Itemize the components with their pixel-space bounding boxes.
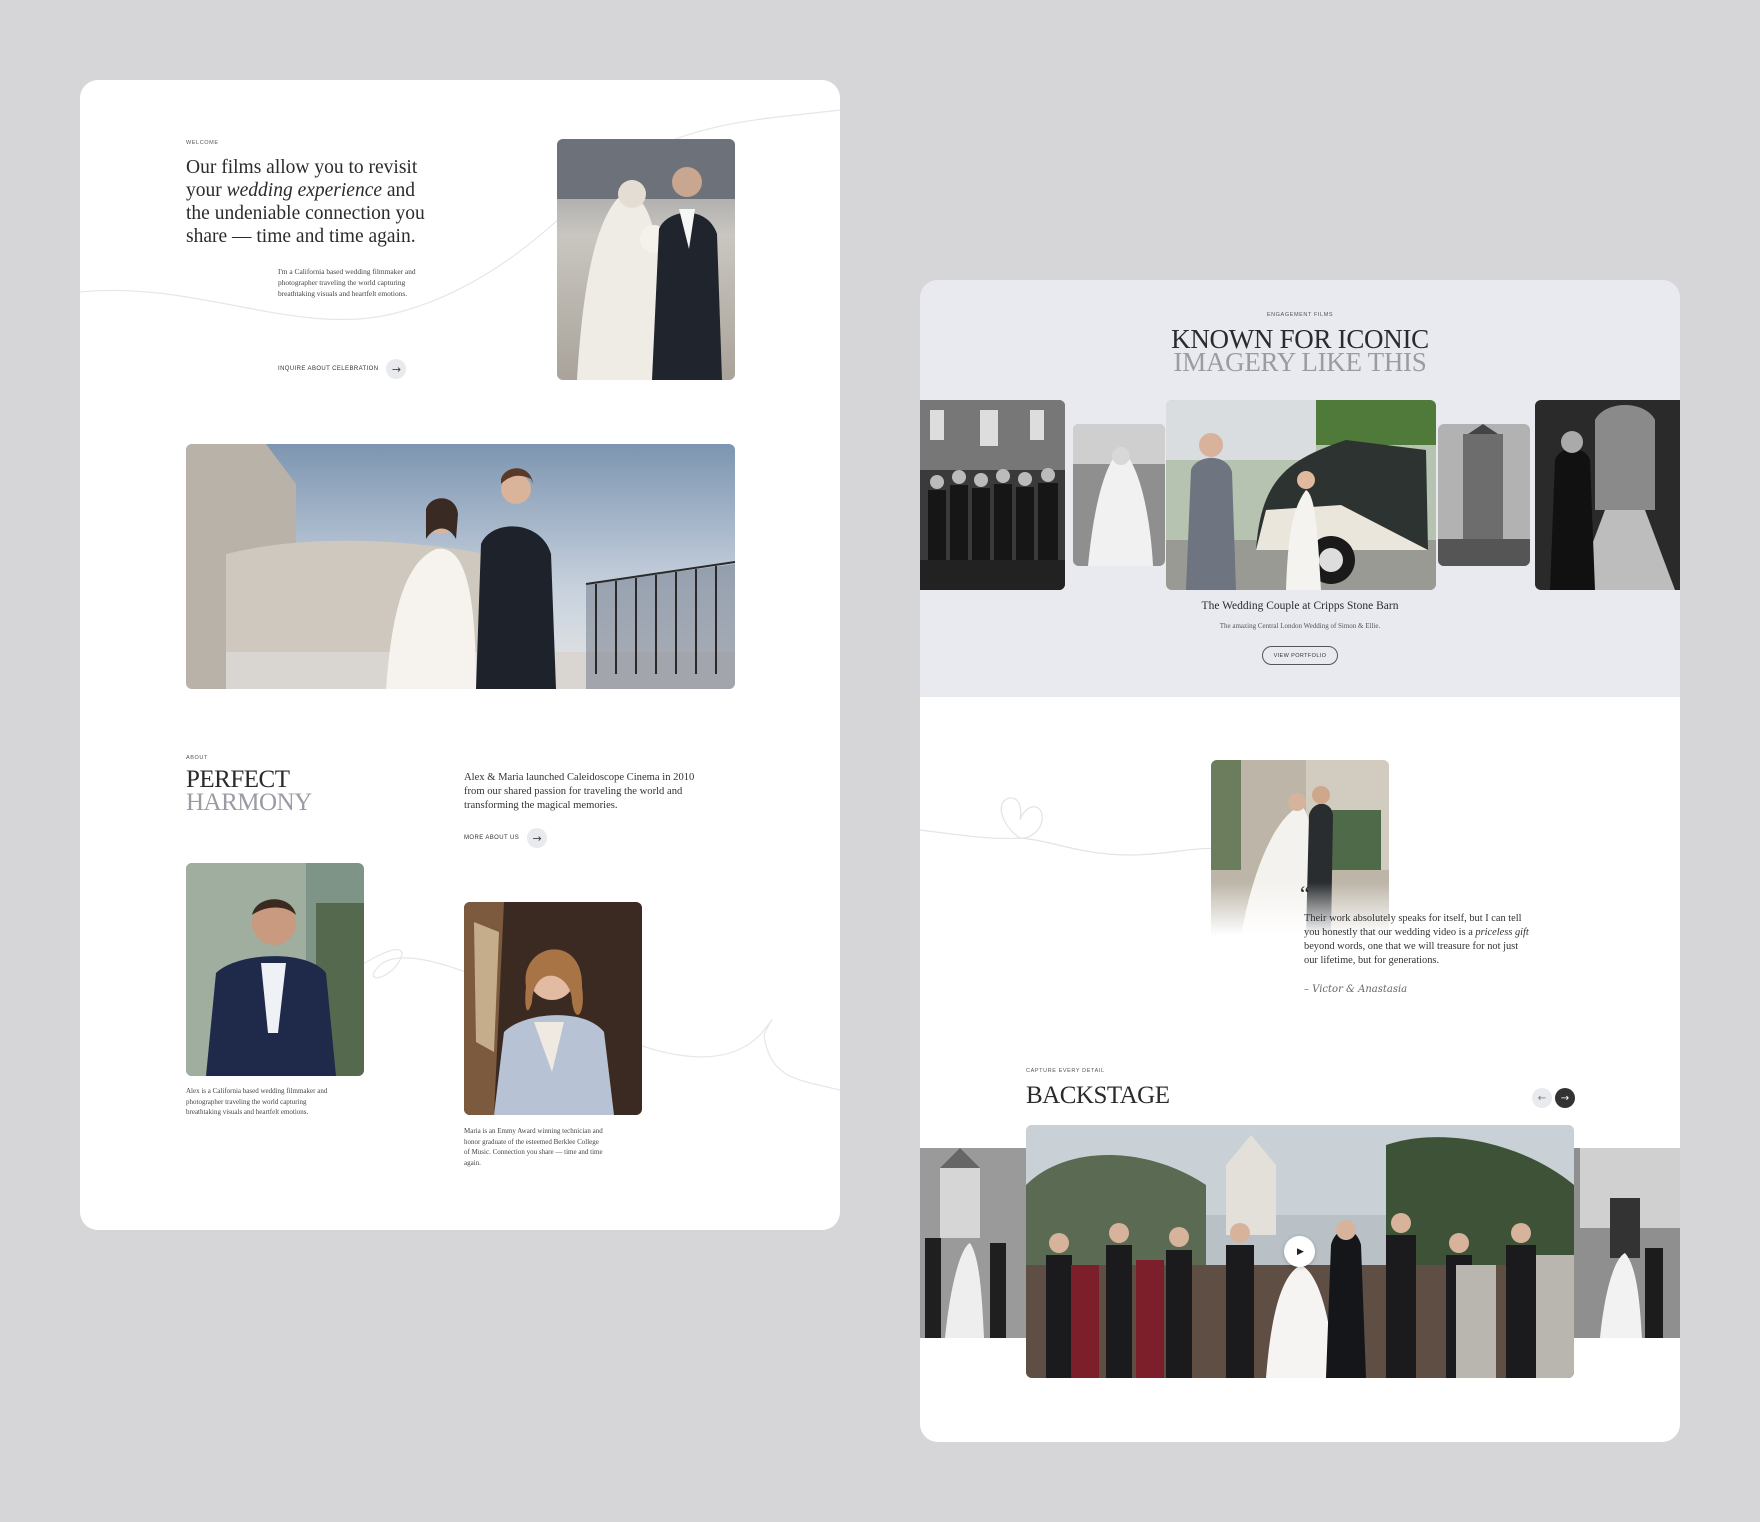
couple-banner-photo (186, 444, 735, 689)
feature-title: The Wedding Couple at Cripps Stone Barn (1201, 600, 1399, 612)
play-button[interactable]: ▶ (1284, 1236, 1315, 1267)
about-title-line-1: PERFECT (186, 766, 290, 793)
bride-father-photo (557, 139, 735, 380)
hero-headline: Our films allow you to revisit your wedd… (186, 156, 486, 248)
headline-line-3: the undeniable connection you (186, 203, 425, 224)
left-page-card: WELCOME Our films allow you to revisit y… (80, 80, 840, 1230)
quote-line-2-pre: you honestly that our wedding video is a (1304, 927, 1476, 938)
alex-bio-line: photographer traveling the world capturi… (186, 1097, 307, 1106)
testimonial-couple-photo (1211, 760, 1389, 935)
welcome-eyebrow: WELCOME (186, 140, 219, 146)
about-line: Alex & Maria launched Caleidoscope Cinem… (464, 772, 695, 783)
carousel-photo-aisle[interactable] (1535, 400, 1680, 590)
headline-italic: wedding experience (226, 180, 383, 201)
backstage-side-photo-right (1570, 1148, 1680, 1338)
carousel-photo-groomsmen[interactable] (920, 400, 1065, 590)
known-title-line-2: IMAGERY LIKE THIS (1173, 347, 1427, 377)
testimonial-quote: Their work absolutely speaks for itself,… (1304, 912, 1574, 968)
backstage-video[interactable]: ▶ (1026, 1125, 1574, 1378)
backstage-eyebrow: CAPTURE EVERY DETAIL (1026, 1068, 1105, 1074)
arrow-right-icon: → (1560, 1092, 1570, 1104)
headline-line-4: share — time and time again. (186, 226, 416, 247)
maria-bio-line: again. (464, 1158, 481, 1167)
quote-line: you honestly that our wedding video is a… (1304, 926, 1574, 940)
maria-bio: Maria is an Emmy Award winning technicia… (464, 1126, 664, 1168)
about-line: from our shared passion for traveling th… (464, 786, 683, 797)
arrow-right-icon: → (386, 359, 407, 379)
arrow-left-icon: ← (1537, 1092, 1547, 1104)
about-line: transforming the magical memories. (464, 800, 618, 811)
carousel-photo-church[interactable] (1438, 424, 1530, 566)
headline-line-2: your wedding experience and (186, 179, 486, 202)
intro-line: breathtaking visuals and heartfelt emoti… (278, 289, 408, 299)
maria-bio-line: of Music. Connection you share — time an… (464, 1148, 603, 1157)
maria-bio-line: honor graduate of the esteemed Berklee C… (464, 1137, 599, 1146)
intro-line: photographer traveling the world capturi… (278, 278, 406, 288)
about-title: PERFECT HARMONY (186, 766, 312, 816)
alex-bio-line: breathtaking visuals and heartfelt emoti… (186, 1108, 309, 1117)
quote-line: beyond words, one that we will treasure … (1304, 941, 1519, 952)
about-text: Alex & Maria launched Caleidoscope Cinem… (464, 771, 744, 813)
view-portfolio-button[interactable]: VIEW PORTFOLIO (1262, 646, 1338, 665)
right-page-card: ENGAGEMENT FILMS KNOWN FOR ICONIC IMAGER… (920, 280, 1680, 1442)
maria-portrait-photo (464, 902, 642, 1115)
maria-bio-line: Maria is an Emmy Award winning technicia… (464, 1127, 603, 1135)
intro-text: I'm a California based wedding filmmaker… (278, 266, 478, 300)
prev-button[interactable]: ← (1532, 1088, 1552, 1108)
about-title-line-2: HARMONY (186, 789, 312, 816)
inquire-label: INQUIRE ABOUT CELEBRATION (278, 366, 379, 372)
quote-mark: “ (1300, 881, 1310, 906)
backstage-title: BACKSTAGE (1026, 1082, 1170, 1109)
intro-line: I'm a California based wedding filmmaker… (278, 267, 416, 276)
more-about-link[interactable]: MORE ABOUT US → (464, 828, 548, 848)
alex-bio: Alex is a California based wedding filmm… (186, 1086, 386, 1118)
play-icon: ▶ (1297, 1246, 1304, 1257)
carousel-photo-featured-car[interactable] (1166, 400, 1436, 590)
carousel-photo-bride-veil[interactable] (1073, 424, 1165, 566)
arrow-right-icon: → (527, 828, 548, 848)
known-title: KNOWN FOR ICONIC IMAGERY LIKE THIS (920, 326, 1680, 377)
inquire-link[interactable]: INQUIRE ABOUT CELEBRATION → (278, 359, 407, 379)
quote-italic: priceless gift (1475, 927, 1529, 938)
headline-line-2-pre: your (186, 180, 227, 201)
testimonial-signature: – Victor & Anastasia (1304, 984, 1408, 995)
quote-line: Their work absolutely speaks for itself,… (1304, 913, 1522, 924)
next-button[interactable]: → (1555, 1088, 1575, 1108)
alex-portrait-photo (186, 863, 364, 1076)
view-portfolio-label: VIEW PORTFOLIO (1273, 652, 1327, 659)
more-about-label: MORE ABOUT US (464, 835, 520, 841)
about-eyebrow: ABOUT (186, 755, 208, 761)
engagement-eyebrow: ENGAGEMENT FILMS (1266, 312, 1334, 318)
quote-line: our lifetime, but for generations. (1304, 955, 1440, 966)
feature-subtitle: The amazing Central London Wedding of Si… (1219, 622, 1381, 630)
headline-line-1: Our films allow you to revisit (186, 157, 418, 178)
alex-bio-line: Alex is a California based wedding filmm… (186, 1087, 328, 1095)
headline-line-2-post: and (382, 180, 416, 201)
backstage-side-photo-left (920, 1148, 1030, 1338)
